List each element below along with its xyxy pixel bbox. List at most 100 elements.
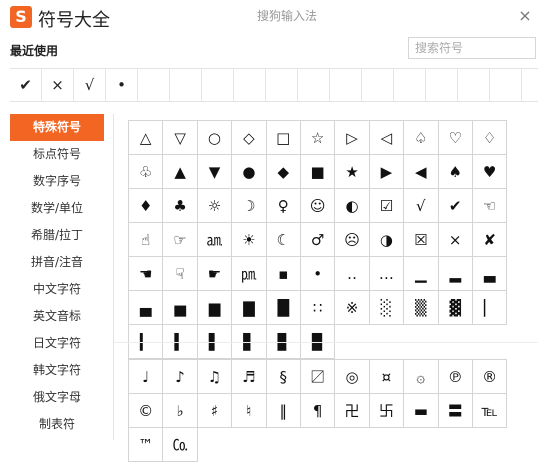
search-input[interactable]	[408, 37, 536, 59]
symbol-cell[interactable]: ▬	[404, 394, 439, 428]
symbol-cell[interactable]: ▁	[404, 257, 439, 291]
symbol-cell[interactable]: ™	[129, 428, 164, 462]
symbol-cell[interactable]: ♫	[197, 360, 233, 394]
sidebar-item[interactable]: 韩文字符	[10, 357, 104, 384]
symbol-cell[interactable]: §	[266, 360, 301, 394]
symbol-cell[interactable]: ♢	[472, 121, 508, 155]
close-icon[interactable]: ×	[516, 7, 534, 25]
symbol-cell[interactable]: ▒	[404, 291, 439, 325]
symbol-cell[interactable]: ♂	[300, 223, 336, 257]
symbol-cell[interactable]: ☺	[300, 189, 336, 223]
symbol-cell[interactable]: ♩	[129, 360, 164, 394]
recent-symbol[interactable]	[426, 69, 458, 101]
symbol-cell[interactable]: 〼	[300, 360, 336, 394]
symbol-cell[interactable]: ♦	[129, 189, 164, 223]
symbol-cell[interactable]: ۞	[404, 360, 439, 394]
symbol-cell[interactable]: •	[300, 257, 336, 291]
symbol-cell[interactable]: ✔	[438, 189, 473, 223]
symbol-cell[interactable]: ▇	[232, 291, 267, 325]
sidebar-item[interactable]: 标点符号	[10, 141, 104, 168]
symbol-cell[interactable]: □	[266, 121, 301, 155]
symbol-cell[interactable]: ✘	[472, 223, 508, 257]
symbol-cell[interactable]: ▏	[472, 291, 508, 325]
symbol-cell[interactable]: ♤	[404, 121, 439, 155]
symbol-cell[interactable]: ◁	[369, 121, 405, 155]
symbol-cell[interactable]: ☞	[163, 223, 198, 257]
symbol-cell[interactable]: △	[129, 121, 164, 155]
symbol-cell[interactable]: ㏘	[232, 257, 267, 291]
symbol-cell[interactable]: ㏂	[197, 223, 233, 257]
symbol-cell[interactable]: ☟	[163, 257, 198, 291]
symbol-cell[interactable]: ‥	[335, 257, 370, 291]
recent-symbol[interactable]	[138, 69, 170, 101]
sidebar-item[interactable]: 中文字符	[10, 276, 104, 303]
symbol-cell[interactable]: ▷	[335, 121, 370, 155]
sidebar-item[interactable]: 希腊/拉丁	[10, 222, 104, 249]
symbol-cell[interactable]: ☾	[266, 223, 301, 257]
recent-symbol[interactable]	[330, 69, 362, 101]
symbol-cell[interactable]: ♭	[163, 394, 198, 428]
sidebar-item[interactable]: 数学/单位	[10, 195, 104, 222]
symbol-cell[interactable]: ☽	[232, 189, 267, 223]
symbol-cell[interactable]: ∷	[300, 291, 336, 325]
symbol-cell[interactable]: √	[404, 189, 439, 223]
symbol-cell[interactable]: ▅	[163, 291, 198, 325]
symbol-cell[interactable]: ★	[335, 155, 370, 189]
symbol-cell[interactable]: ▲	[163, 155, 198, 189]
symbol-cell[interactable]: ♠	[438, 155, 473, 189]
symbol-cell[interactable]: 卍	[335, 394, 370, 428]
symbol-cell[interactable]: ♬	[232, 360, 267, 394]
symbol-cell[interactable]: █	[266, 291, 301, 325]
sidebar-item[interactable]: 英文音标	[10, 303, 104, 330]
symbol-cell[interactable]: ♯	[197, 394, 233, 428]
symbol-cell[interactable]: ♥	[472, 155, 508, 189]
symbol-cell[interactable]: ◑	[369, 223, 405, 257]
symbol-cell[interactable]: ♣	[163, 189, 198, 223]
symbol-cell[interactable]: ◇	[232, 121, 267, 155]
recent-symbol[interactable]	[266, 69, 298, 101]
symbol-cell[interactable]: ♮	[232, 394, 267, 428]
symbol-cell[interactable]: ☀	[232, 223, 267, 257]
symbol-cell[interactable]: ☹	[335, 223, 370, 257]
sidebar-item[interactable]: 俄文字母	[10, 384, 104, 411]
symbol-cell[interactable]: ▆	[197, 291, 233, 325]
symbol-cell[interactable]: ☼	[197, 189, 233, 223]
symbol-cell[interactable]: ○	[197, 121, 233, 155]
symbol-cell[interactable]: ©	[129, 394, 164, 428]
symbol-cell[interactable]: ▽	[163, 121, 198, 155]
symbol-cell[interactable]: ☒	[404, 223, 439, 257]
sidebar-item[interactable]: 日文字符	[10, 330, 104, 357]
sidebar-item[interactable]: 数字序号	[10, 168, 104, 195]
recent-symbol[interactable]	[234, 69, 266, 101]
symbol-cell[interactable]: ㏇	[163, 428, 198, 462]
symbol-cell[interactable]: ▄	[129, 291, 164, 325]
symbol-cell[interactable]: ▂	[438, 257, 473, 291]
symbol-cell[interactable]: ℡	[472, 394, 508, 428]
symbol-cell[interactable]: ♀	[266, 189, 301, 223]
symbol-cell[interactable]: ◐	[335, 189, 370, 223]
symbol-cell[interactable]: ☑	[369, 189, 405, 223]
symbol-cell[interactable]: ▼	[197, 155, 233, 189]
recent-symbol[interactable]: √	[74, 69, 106, 101]
symbol-cell[interactable]: ◎	[335, 360, 370, 394]
symbol-cell[interactable]: ▶	[369, 155, 405, 189]
symbol-cell[interactable]: ●	[232, 155, 267, 189]
symbol-cell[interactable]: ×	[438, 223, 473, 257]
symbol-cell[interactable]: ♧	[129, 155, 164, 189]
symbol-cell[interactable]: ■	[300, 155, 336, 189]
symbol-cell[interactable]: …	[369, 257, 405, 291]
symbol-cell[interactable]: 〓	[438, 394, 473, 428]
recent-symbol[interactable]	[522, 69, 538, 101]
symbol-cell[interactable]: ▪	[266, 257, 301, 291]
recent-symbol[interactable]	[490, 69, 522, 101]
symbol-cell[interactable]: ☛	[197, 257, 233, 291]
recent-symbol[interactable]	[202, 69, 234, 101]
recent-symbol[interactable]	[394, 69, 426, 101]
symbol-cell[interactable]: ☜	[472, 189, 508, 223]
symbol-cell[interactable]: ¤	[369, 360, 405, 394]
symbol-cell[interactable]: ‖	[266, 394, 301, 428]
symbol-cell[interactable]: ☆	[300, 121, 336, 155]
recent-symbol[interactable]	[170, 69, 202, 101]
symbol-cell[interactable]: 卐	[369, 394, 405, 428]
recent-symbol[interactable]	[458, 69, 490, 101]
